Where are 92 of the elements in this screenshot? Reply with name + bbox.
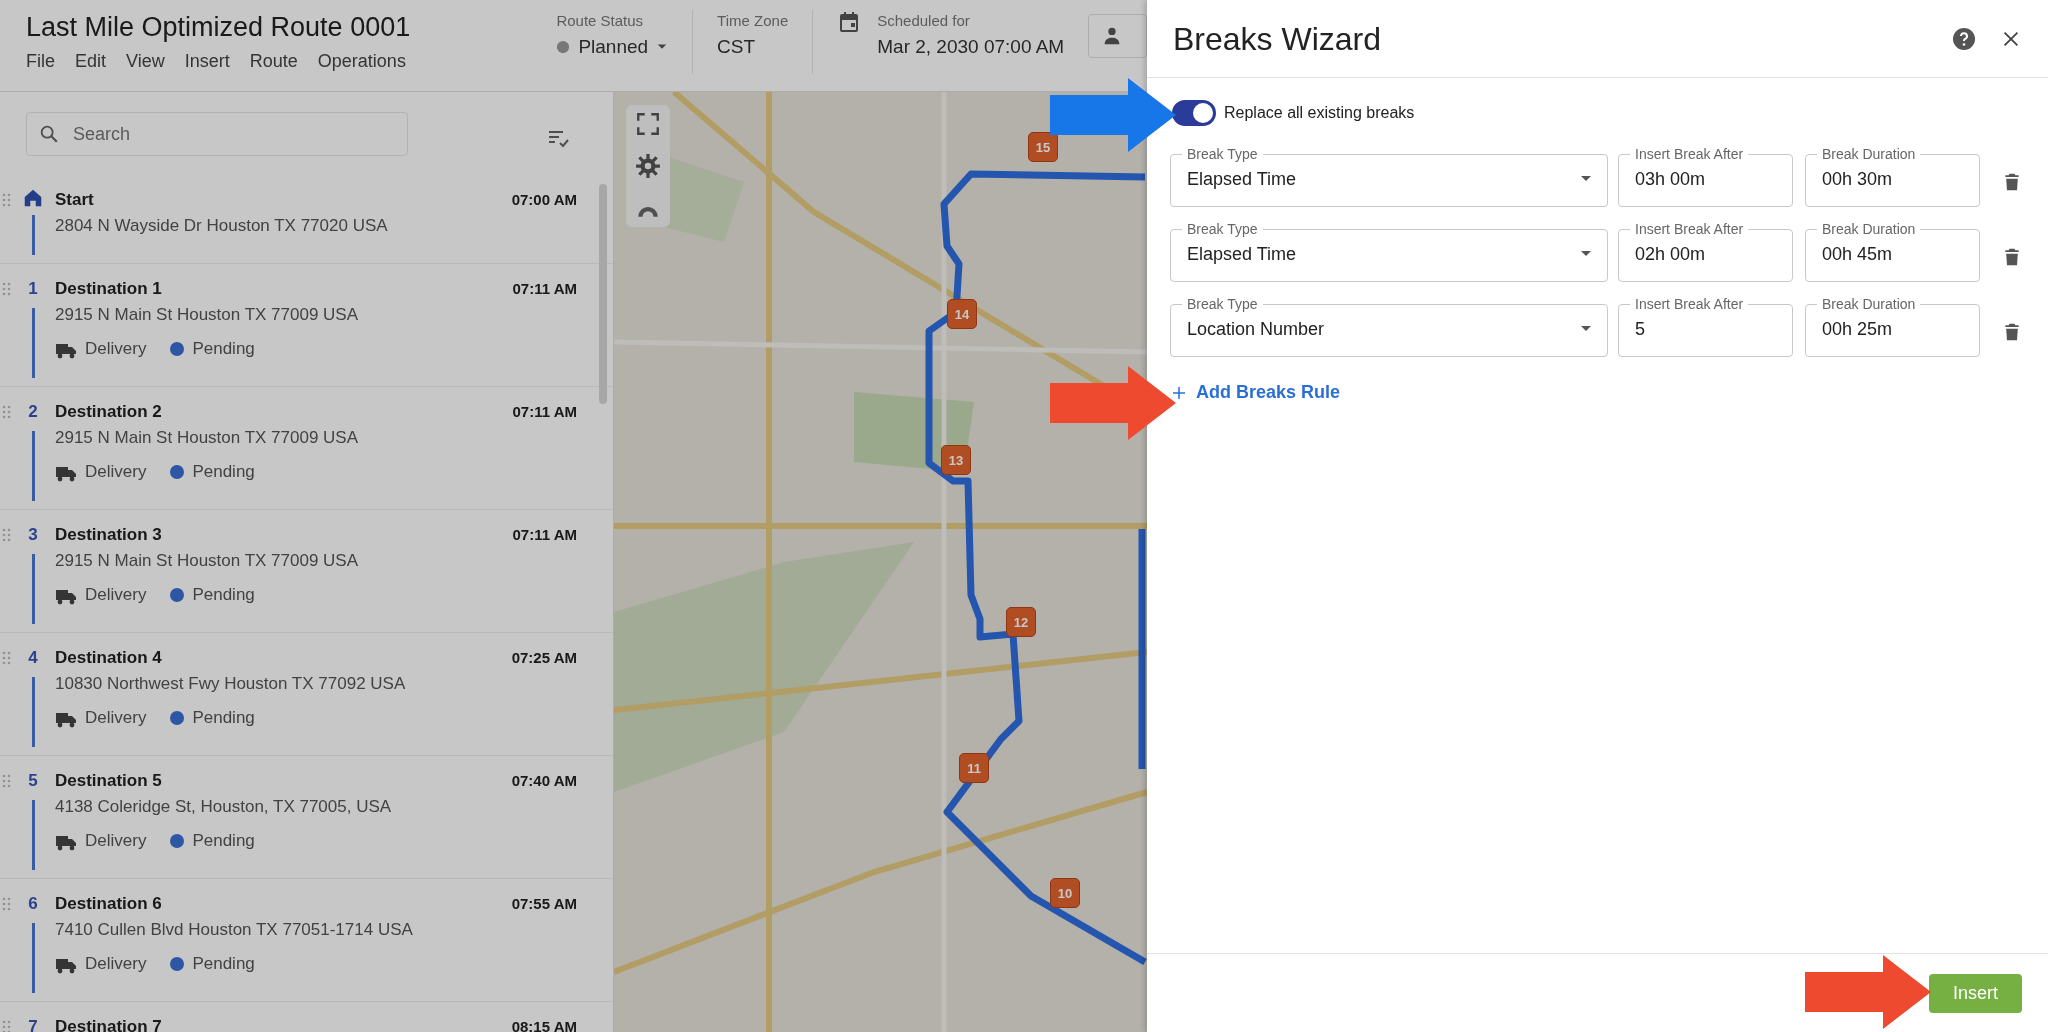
- stop-time: 07:00 AM: [511, 190, 577, 210]
- stop-name[interactable]: Destination 7: [55, 1014, 162, 1032]
- drag-handle-icon[interactable]: [2, 193, 11, 207]
- field-label: Route Status: [556, 11, 645, 31]
- stop-time: 08:15 AM: [511, 1017, 577, 1032]
- stop-address: 2915 N Main St Houston TX 77009 USA: [55, 427, 360, 449]
- menu-item[interactable]: View: [126, 48, 165, 75]
- input-field[interactable]: Break Duration 00h 30m: [1805, 146, 1980, 207]
- menu-item[interactable]: File: [26, 48, 55, 75]
- select-field[interactable]: Break Type Elapsed Time: [1170, 221, 1608, 282]
- menu-item[interactable]: Operations: [317, 48, 406, 75]
- status-dot: [170, 833, 185, 848]
- scheduled-date: Mar 2, 2030 07:00 AM: [877, 34, 1065, 59]
- stop-address: 4138 Coleridge St, Houston, TX 77005, USA: [55, 796, 393, 818]
- stop-time: 07:40 AM: [511, 771, 577, 791]
- trash-icon[interactable]: [2002, 321, 2022, 343]
- help-icon[interactable]: [1952, 26, 1976, 51]
- stop-number: 6: [28, 893, 38, 915]
- input-field[interactable]: Insert Break After 5: [1618, 296, 1793, 357]
- select-field[interactable]: Break Type Location Number: [1170, 296, 1608, 357]
- search-icon: [38, 123, 60, 145]
- toggle-label: Replace all existing breaks: [1224, 103, 1415, 123]
- drag-handle-icon[interactable]: [2, 1020, 11, 1032]
- stop-number: 5: [28, 770, 38, 792]
- menu-item[interactable]: Insert: [184, 48, 230, 75]
- stop-number: 1: [28, 278, 38, 300]
- search-field[interactable]: Search: [26, 112, 408, 156]
- trash-icon[interactable]: [2002, 246, 2022, 268]
- input-field[interactable]: Break Duration 00h 45m: [1805, 221, 1980, 282]
- status-dot: [170, 710, 185, 725]
- status-dot: [170, 464, 185, 479]
- stop-name[interactable]: Destination 2: [55, 399, 162, 425]
- status-dot: [170, 956, 185, 971]
- time-zone-value: CST: [717, 34, 757, 59]
- stop-name[interactable]: Destination 1: [55, 276, 162, 302]
- toggle-switch[interactable]: [1172, 100, 1216, 126]
- stop-time: 07:11 AM: [512, 279, 577, 299]
- stop-type: Delivery: [85, 707, 147, 729]
- stop-status: Pending: [192, 584, 255, 606]
- stop-address: 2804 N Wayside Dr Houston TX 77020 USA: [55, 215, 389, 237]
- stop-name[interactable]: Destination 3: [55, 522, 162, 548]
- fullscreen-icon[interactable]: [635, 111, 661, 137]
- menu-item[interactable]: Edit: [75, 48, 107, 75]
- drag-handle-icon[interactable]: [2, 528, 11, 542]
- status-dot-icon: [556, 39, 571, 54]
- stop-type: Delivery: [85, 584, 147, 606]
- field-label: Scheduled for: [877, 11, 971, 31]
- stop-type: Delivery: [85, 953, 147, 975]
- home-icon: [22, 187, 44, 209]
- input-field[interactable]: Insert Break After 02h 00m: [1618, 221, 1793, 282]
- stop-time: 07:11 AM: [512, 402, 577, 422]
- stop-address: 2915 N Main St Houston TX 77009 USA: [55, 550, 360, 572]
- stop-name[interactable]: Destination 6: [55, 891, 162, 917]
- route-title: Last Mile Optimized Route 0001: [26, 11, 412, 44]
- field-label: Time Zone: [717, 11, 789, 31]
- stop-address: 10830 Northwest Fwy Houston TX 77092 USA: [55, 673, 407, 695]
- dialog-title: Breaks Wizard: [1173, 19, 1382, 59]
- trash-icon[interactable]: [2002, 171, 2022, 193]
- stop-address: 7410 Cullen Blvd Houston TX 77051-1714 USA: [55, 919, 414, 941]
- status-dot: [170, 341, 185, 356]
- stop-number: 2: [28, 401, 38, 423]
- stop-status: Pending: [192, 953, 255, 975]
- menu-item[interactable]: Route: [249, 48, 298, 75]
- drag-handle-icon[interactable]: [2, 897, 11, 911]
- stop-number: 4: [28, 647, 38, 669]
- stop-status: Pending: [192, 707, 255, 729]
- stop-type: Delivery: [85, 830, 147, 852]
- stop-time: 07:11 AM: [512, 525, 577, 545]
- stop-status: Pending: [192, 461, 255, 483]
- stop-time: 07:55 AM: [511, 894, 577, 914]
- drag-handle-icon[interactable]: [2, 282, 11, 296]
- stop-type: Delivery: [85, 338, 147, 360]
- status-dot: [170, 587, 185, 602]
- stop-name[interactable]: Start: [55, 187, 94, 213]
- stop-status: Pending: [192, 830, 255, 852]
- stop-time: 07:25 AM: [511, 648, 577, 668]
- drag-handle-icon[interactable]: [2, 651, 11, 665]
- select-field[interactable]: Break Type Elapsed Time: [1170, 146, 1608, 207]
- stop-name[interactable]: Destination 4: [55, 645, 162, 671]
- status-dropdown[interactable]: Planned: [556, 32, 669, 61]
- stop-status: Pending: [192, 338, 255, 360]
- drag-handle-icon[interactable]: [2, 405, 11, 419]
- settings-icon[interactable]: [635, 153, 661, 179]
- stop-number: 3: [28, 524, 38, 546]
- input-field[interactable]: Insert Break After 03h 00m: [1618, 146, 1793, 207]
- stop-type: Delivery: [85, 461, 147, 483]
- drag-handle-icon[interactable]: [2, 774, 11, 788]
- input-field[interactable]: Break Duration 00h 25m: [1805, 296, 1980, 357]
- stop-address: 2915 N Main St Houston TX 77009 USA: [55, 304, 360, 326]
- add-rule-link[interactable]: Add Breaks Rule: [1170, 379, 1341, 406]
- stop-name[interactable]: Destination 5: [55, 768, 162, 794]
- stop-number: 7: [28, 1016, 38, 1032]
